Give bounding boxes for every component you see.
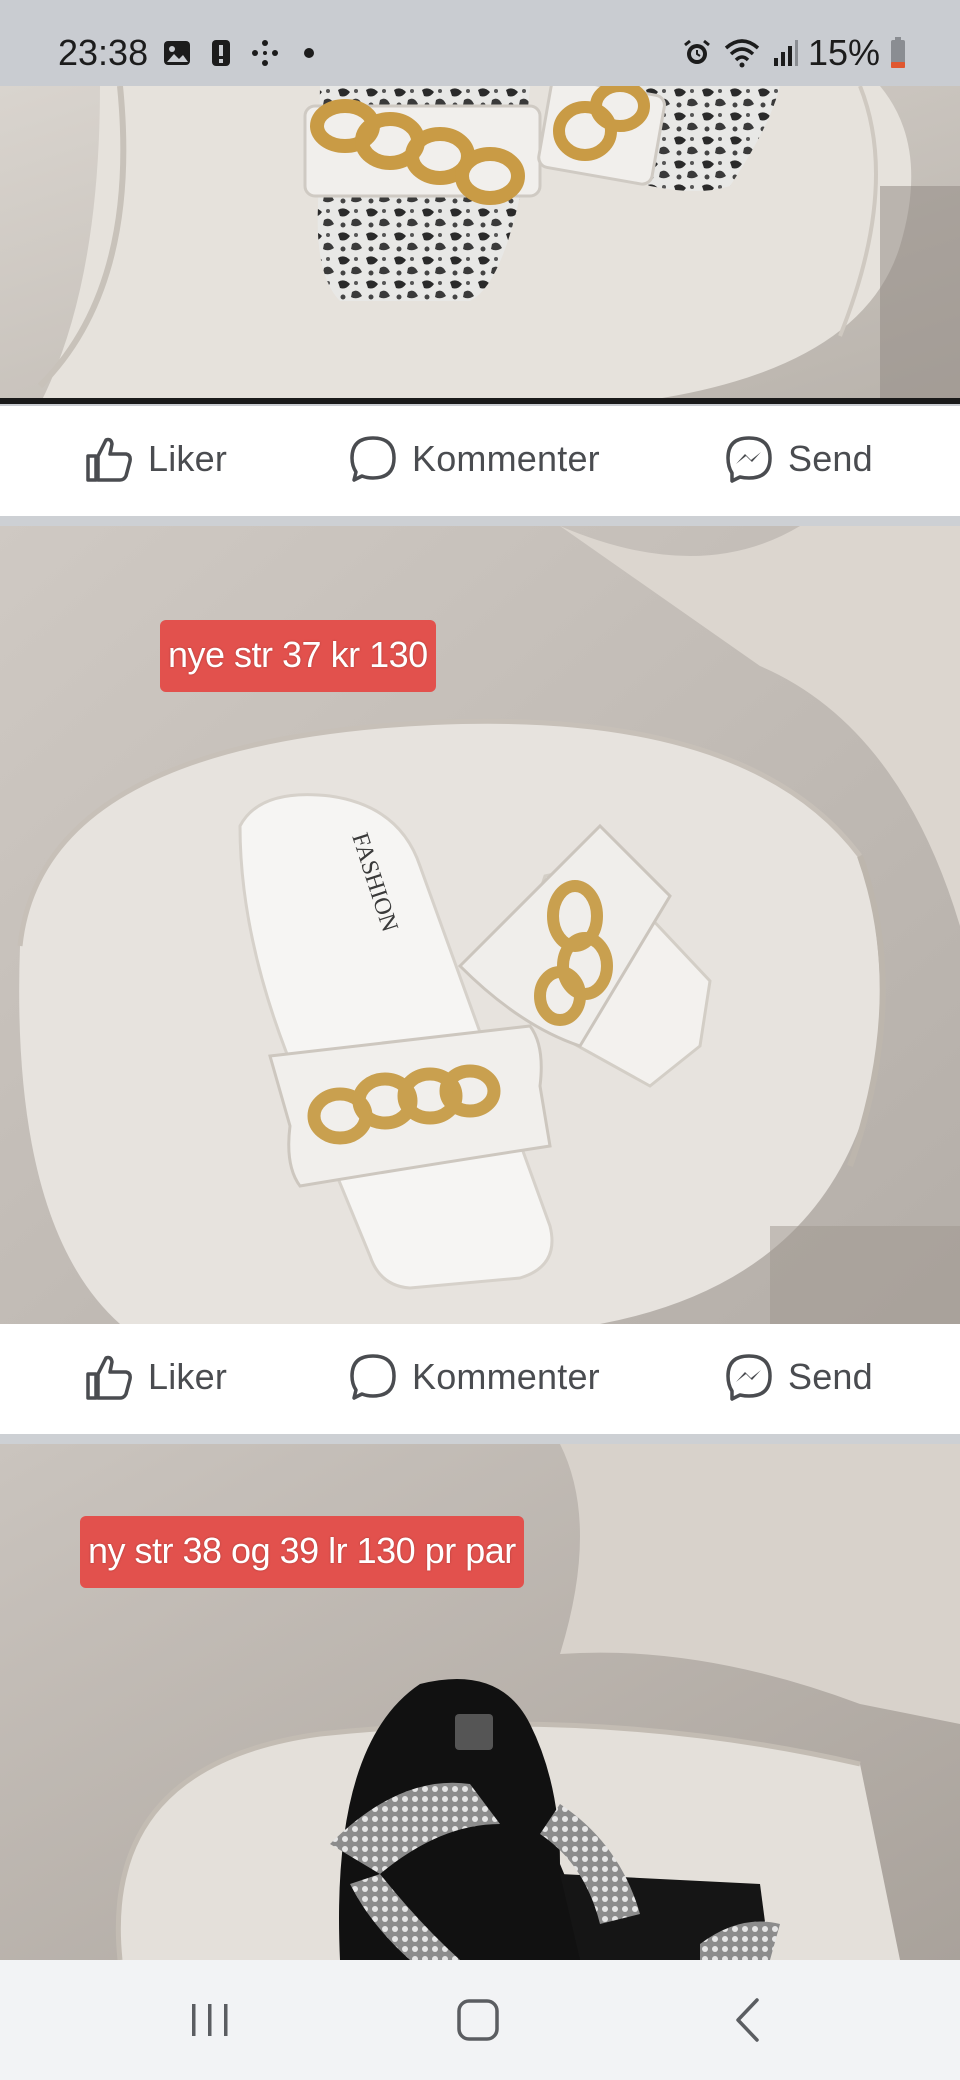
post-1-action-bar: Liker Kommenter Send xyxy=(0,406,960,516)
post-divider xyxy=(0,1434,960,1444)
like-label: Liker xyxy=(148,438,228,479)
status-system-icons: 15% xyxy=(682,32,906,74)
status-time: 23:38 xyxy=(58,32,149,73)
recent-apps-icon xyxy=(192,2004,228,2036)
messenger-icon xyxy=(726,436,772,483)
price-label: ny str 38 og 39 lr 130 pr par xyxy=(80,1516,524,1588)
sandals-photo xyxy=(0,86,960,404)
battery-icon xyxy=(891,37,905,68)
post-2-action-bar: Liker Kommenter Send xyxy=(0,1324,960,1434)
post-photo-2[interactable]: FASHION nye str 37 kr 130 xyxy=(0,526,960,1324)
post-divider xyxy=(0,516,960,526)
post-photo-3[interactable]: ny str 38 og 39 lr 130 pr par xyxy=(0,1444,960,1960)
send-label: Send xyxy=(788,438,873,479)
wifi-icon xyxy=(724,39,760,68)
thumbs-up-icon xyxy=(86,437,132,482)
recent-apps-button[interactable] xyxy=(150,1960,270,2080)
back-chevron-icon xyxy=(736,1998,759,2042)
send-button[interactable]: Send xyxy=(724,1352,873,1402)
dot-icon xyxy=(304,48,314,58)
home-icon xyxy=(457,1999,499,2041)
messenger-icon xyxy=(726,1354,772,1401)
comment-bubble-icon xyxy=(350,436,396,482)
like-label: Liker xyxy=(148,1356,228,1397)
alert-icon xyxy=(212,40,230,66)
like-button[interactable]: Liker xyxy=(84,1352,227,1402)
thumbs-up-icon xyxy=(86,1355,132,1400)
status-notification-icons xyxy=(162,38,324,68)
comment-label: Kommenter xyxy=(412,438,600,479)
comment-button[interactable]: Kommenter xyxy=(348,434,600,484)
back-button[interactable] xyxy=(688,1960,808,2080)
like-button[interactable]: Liker xyxy=(84,434,227,484)
alarm-icon xyxy=(684,39,710,64)
gallery-icon xyxy=(164,41,190,65)
home-button[interactable] xyxy=(418,1960,538,2080)
signal-icon xyxy=(773,40,798,66)
system-navigation-bar xyxy=(0,1960,960,2080)
battery-percent: 15% xyxy=(807,32,880,73)
comment-button[interactable]: Kommenter xyxy=(348,1352,600,1402)
comment-bubble-icon xyxy=(350,1354,396,1400)
post-photo-1[interactable] xyxy=(0,86,960,404)
comment-label: Kommenter xyxy=(412,1356,600,1397)
price-label: nye str 37 kr 130 xyxy=(160,620,436,692)
send-label: Send xyxy=(788,1356,873,1397)
status-bar: 23:38 15% xyxy=(0,0,960,86)
send-button[interactable]: Send xyxy=(724,434,873,484)
white-sandals-photo: FASHION xyxy=(0,526,960,1324)
dots-icon xyxy=(252,40,278,66)
